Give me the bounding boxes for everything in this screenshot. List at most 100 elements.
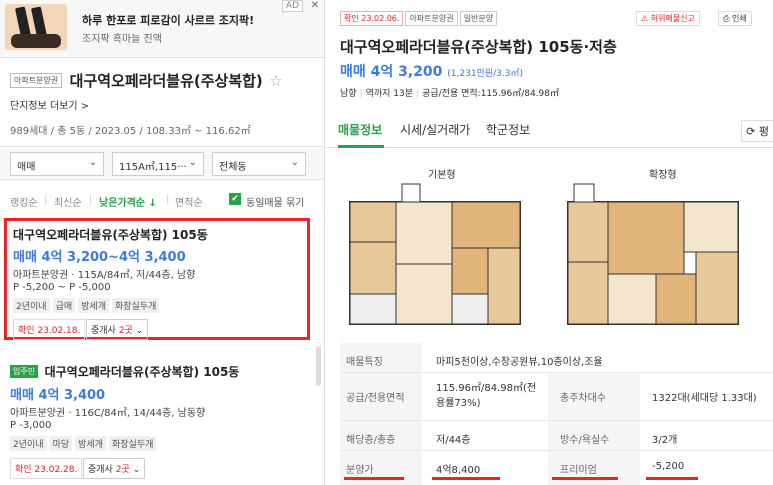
listing-card[interactable]: 입주민 대구역오페라더블유(주상복합) 105동 매매 4억 3,400 아파트… <box>4 358 310 484</box>
favorite-star-icon[interactable]: ☆ <box>269 72 282 90</box>
listing-header: 입주민 대구역오페라더블유(주상복합) 105동 <box>10 363 239 380</box>
detail-row: 공급/전용면적 115.96㎡/84.98㎡(전용률73%) 총주차대수 132… <box>340 373 773 421</box>
listing-scrollbar[interactable] <box>316 346 321 386</box>
ad-product-image <box>5 4 67 50</box>
ad-subtitle: 조지팍 흑마늘 진액 <box>82 34 162 45</box>
report-false-listing-button[interactable]: ⚠ 허위매물신고 <box>636 11 700 26</box>
detail-row: 매물특징 마피5천이상,수창공원뷰,10층이상,조율 <box>340 343 773 373</box>
direction: 남향 <box>340 89 357 99</box>
ad-close-icon[interactable]: ✕ <box>311 0 319 11</box>
detail-label: 매물특징 <box>340 343 422 372</box>
detail-row: 해당층/총층 저/44층 방수/욕실수 3/2개 <box>340 421 773 451</box>
listing-info: 아파트분양권 · 115A/84㎡, 저/44층, 남향 <box>13 270 196 281</box>
listing-premium-range: P -3,000 <box>10 420 52 431</box>
ad-product-garlic <box>11 34 61 48</box>
agent-count: 2곳 <box>118 326 133 336</box>
listing-tags: 2년이내 급매 방세개 화장실두개 <box>13 298 162 313</box>
sort-ranking[interactable]: 랭킹순 <box>10 194 38 209</box>
agent-count-button[interactable]: 중개사 2곳 ⌄ <box>83 458 146 479</box>
listing-title: 대구역오페라더블유(주상복합) 105동 <box>44 365 240 379</box>
detail-label: 공급/전용면적 <box>340 373 422 420</box>
listing-tag: 마당 <box>49 436 73 451</box>
listing-tag: 방세개 <box>75 436 106 451</box>
listing-tags: 2년이내 마당 방세개 화장실두개 <box>10 436 159 451</box>
detail-price-value: 매매 4억 3,200 <box>340 64 443 80</box>
chevron-down-icon: ⌄ <box>132 465 141 475</box>
sale-type-tag: 일반분양 <box>459 11 498 26</box>
detail-label: 해당층/총층 <box>340 421 422 450</box>
report-label: 허위매물신고 <box>650 14 695 23</box>
ad-label: AD <box>281 0 303 12</box>
floorplan-extended-label: 확장형 <box>649 170 677 181</box>
highlight-underline <box>646 477 698 480</box>
ad-title: 하루 한포로 피로감이 사르르 조지팍! <box>82 14 255 27</box>
detail-price: 매매 4억 3,200 (1,231만원/3.3㎡) <box>340 61 523 81</box>
agent-count: 2곳 <box>115 465 130 475</box>
highlight-underline <box>344 477 404 480</box>
floorplan-extended-image[interactable] <box>564 180 744 330</box>
sort-divider: | <box>44 194 48 205</box>
listing-premium-range: P -5,200 ~ P -5,000 <box>13 282 111 293</box>
sort-latest[interactable]: 최신순 <box>54 194 82 209</box>
detail-label: 방수/욕실수 <box>548 421 640 450</box>
complex-info-link[interactable]: 단지정보 더보기 > <box>10 97 320 112</box>
print-label: 인쇄 <box>731 14 747 23</box>
listing-price: 매매 4억 3,400 <box>10 388 106 403</box>
area-select[interactable]: 115A㎡,115··· ⌄ <box>112 152 204 176</box>
listing-title: 대구역오페라더블유(주상복합) 105동 <box>13 228 208 242</box>
sort-area[interactable]: 면적순 <box>175 194 203 209</box>
tab-listing-info[interactable]: 매물정보 <box>338 121 382 138</box>
listing-price: 매매 4억 3,200~4억 3,400 <box>13 250 186 265</box>
detail-tags: 확인 23.02.06. 아파트분양권 일반분양 <box>340 11 499 26</box>
complex-header: 아파트분양권 대구역오페라더블유(주상복합) ☆ 단지정보 더보기 > 989세… <box>10 70 320 137</box>
area-info: 공급/전용 면적:115.96㎡/84.98㎡ <box>422 89 559 99</box>
highlight-underline <box>552 477 618 480</box>
detail-value: 1322대(세대당 1.33대) <box>652 393 757 404</box>
ad-banner[interactable]: 하루 한포로 피로감이 사르르 조지팍! 조지팍 흑마늘 진액 AD ✕ <box>0 0 324 58</box>
listing-card[interactable]: 대구역오페라더블유(주상복합) 105동 매매 4억 3,200~4억 3,40… <box>4 218 310 340</box>
complex-summary: 989세대 / 총 5동 / 2023.05 / 108.33㎡ ~ 116.6… <box>10 126 251 137</box>
trade-type-value: 매매 <box>17 162 36 173</box>
tab-price-history[interactable]: 시세/실거래가 <box>400 121 470 138</box>
price-per-area: (1,231만원/3.3㎡) <box>447 69 523 79</box>
listing-tag: 방세개 <box>78 298 109 313</box>
checkbox-checked-icon[interactable]: ✔ <box>229 193 241 205</box>
listing-tag: 화장실두개 <box>111 298 160 313</box>
listing-tag: 급매 <box>52 298 76 313</box>
dong-select[interactable]: 전체동 ⌄ <box>212 152 306 176</box>
trade-type-select[interactable]: 매매 ⌄ <box>10 152 104 176</box>
detail-panel: 확인 23.02.06. 아파트분양권 일반분양 ⚠ 허위매물신고 ⎙ 인쇄 대구역… <box>326 0 773 485</box>
listing-tag: 화장실두개 <box>108 436 157 451</box>
complex-type-tag: 아파트분양권 <box>10 73 63 88</box>
meta-divider: | <box>416 89 420 99</box>
active-tab-underline <box>338 145 384 148</box>
sort-divider: | <box>166 194 170 205</box>
dong-value: 전체동 <box>219 162 247 173</box>
detail-value: 115.96㎡/84.98㎡(전용률73%) <box>436 383 537 409</box>
confirmed-date: 확인 23.02.28. <box>10 458 83 479</box>
floorplan-basic-label: 기본형 <box>428 170 456 181</box>
agent-count-button[interactable]: 중개사 2곳 ⌄ <box>86 319 149 340</box>
printer-icon: ⎙ <box>723 14 730 23</box>
listing-panel: 하루 한포로 피로감이 사르르 조지팍! 조지팍 흑마늘 진액 AD ✕ 아파트… <box>0 0 325 485</box>
detail-tabs: 매물정보 시세/실거래가 학군정보 ⟳ 평 <box>326 108 773 148</box>
area-unit-toggle[interactable]: ⟳ 평 <box>741 120 773 142</box>
sort-lowest-price[interactable]: 낮은가격순 ↓ <box>99 194 157 209</box>
detail-title: 대구역오페라더블유(주상복합) 105동·저층 <box>340 38 617 56</box>
listing-tag: 2년이내 <box>13 298 50 313</box>
area-value: 115A㎡,115··· <box>119 162 187 173</box>
floorplan-basic-image[interactable] <box>346 180 526 330</box>
sort-bar: 랭킹순 | 최신순 | 낮은가격순 ↓ | 면적순 ✔ 동일매물 묶기 <box>0 188 324 212</box>
confirmed-date-tag: 확인 23.02.06. <box>340 11 404 26</box>
siren-icon: ⚠ <box>641 14 649 23</box>
same-listing-label[interactable]: 동일매물 묶기 <box>246 194 304 209</box>
confirmed-date: 확인 23.02.18. <box>13 319 86 340</box>
highlight-underline <box>432 477 500 480</box>
agent-label: 중개사 <box>88 465 113 475</box>
listing-info: 아파트분양권 · 116C/84㎡, 14/44층, 남동향 <box>10 408 206 419</box>
chevron-down-icon: ⌄ <box>88 157 97 168</box>
sort-divider: | <box>89 194 93 205</box>
tab-school[interactable]: 학군정보 <box>486 121 530 138</box>
complex-name: 대구역오페라더블유(주상복합) <box>69 72 263 90</box>
print-button[interactable]: ⎙ 인쇄 <box>718 11 752 26</box>
